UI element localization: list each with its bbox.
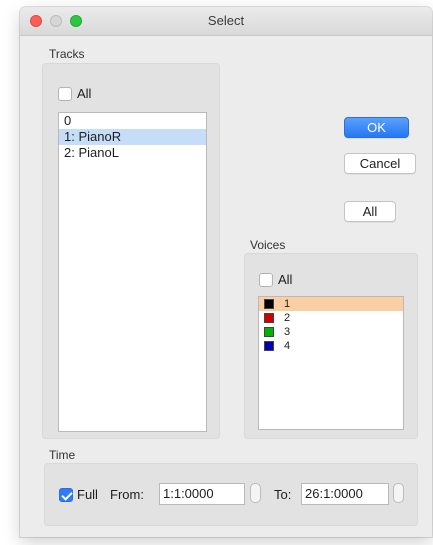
from-time-stepper[interactable] xyxy=(250,483,261,503)
window-title: Select xyxy=(207,13,245,28)
voices-all-checkbox[interactable] xyxy=(259,273,273,287)
cancel-button[interactable]: Cancel xyxy=(344,153,416,174)
select-dialog: Select Tracks All 0 1: PianoR 2: PianoL OK… xyxy=(20,7,432,537)
tracks-all-checkbox[interactable] xyxy=(58,87,72,101)
voice-color-swatch xyxy=(264,327,274,337)
voice-item[interactable]: 4 xyxy=(259,339,403,353)
title-bar: Select xyxy=(20,7,432,36)
full-checkbox[interactable] xyxy=(59,488,73,502)
voice-item-label: 1 xyxy=(284,298,291,310)
track-item[interactable]: 2: PianoL xyxy=(59,145,206,161)
voice-item-label: 2 xyxy=(284,312,291,324)
tracks-list[interactable]: 0 1: PianoR 2: PianoL xyxy=(58,112,207,432)
voice-color-swatch xyxy=(264,299,274,309)
select-all-button[interactable]: All xyxy=(344,201,396,222)
voice-item[interactable]: 3 xyxy=(259,325,403,339)
from-label: From: xyxy=(110,487,144,502)
time-group-label: Time xyxy=(49,448,76,462)
track-item[interactable]: 0 xyxy=(59,113,206,129)
voices-all-label: All xyxy=(278,272,293,287)
track-item[interactable]: 1: PianoR xyxy=(59,129,206,145)
voice-item-label: 4 xyxy=(284,340,291,352)
tracks-group-label: Tracks xyxy=(49,47,85,61)
ok-button[interactable]: OK xyxy=(344,117,409,138)
voices-list[interactable]: 1 2 3 4 xyxy=(258,296,404,430)
voice-color-swatch xyxy=(264,313,274,323)
voice-item[interactable]: 1 xyxy=(259,297,403,311)
time-group: Full From: 1:1:0000 To: 26:1:0000 xyxy=(44,463,418,526)
voice-color-swatch xyxy=(264,341,274,351)
voices-group: All 1 2 3 4 xyxy=(244,253,418,439)
voice-item-label: 3 xyxy=(284,326,291,338)
to-time-field[interactable]: 26:1:0000 xyxy=(301,483,389,505)
full-label: Full xyxy=(77,487,98,502)
tracks-all-label: All xyxy=(77,86,92,101)
voice-item[interactable]: 2 xyxy=(259,311,403,325)
to-time-stepper[interactable] xyxy=(393,483,404,503)
to-label: To: xyxy=(274,487,292,502)
tracks-group: All 0 1: PianoR 2: PianoL xyxy=(42,63,220,439)
voices-group-label: Voices xyxy=(250,238,286,252)
from-time-field[interactable]: 1:1:0000 xyxy=(159,483,245,505)
